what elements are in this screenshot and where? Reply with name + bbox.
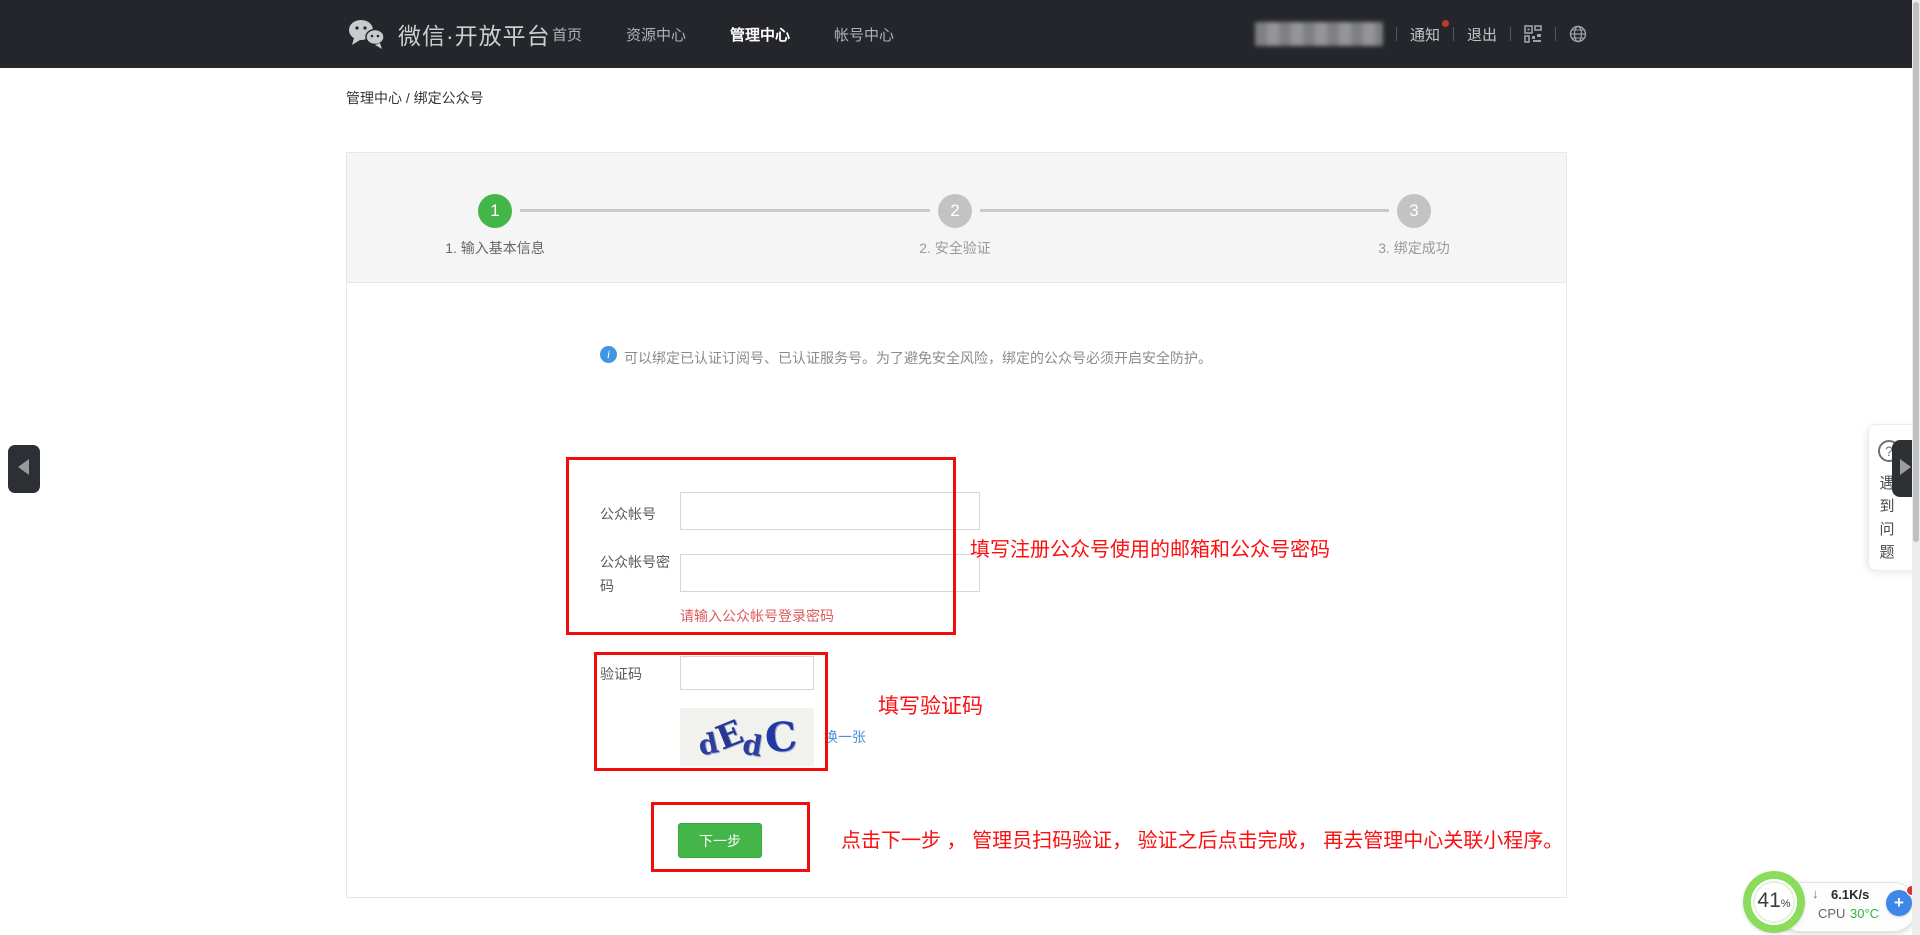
step-3-circle: 3 — [1397, 194, 1431, 228]
next-step-button[interactable]: 下一步 — [678, 823, 762, 858]
logout-link[interactable]: 退出 — [1467, 24, 1497, 45]
download-speed-value: 6.1K/s — [1831, 887, 1869, 902]
breadcrumb: 管理中心 / 绑定公众号 — [346, 88, 484, 108]
help-panel-text: 到 — [1879, 495, 1895, 516]
nav-item-account-center[interactable]: 帐号中心 — [834, 24, 894, 45]
chevron-left-icon — [18, 459, 29, 475]
download-arrow-icon: ↓ — [1812, 886, 1819, 901]
step-1-label: 1. 输入基本信息 — [415, 238, 575, 258]
brand: 微信·开放平台 — [346, 0, 551, 68]
globe-language-icon[interactable] — [1569, 25, 1587, 43]
account-input[interactable] — [680, 492, 980, 530]
notification-badge-dot — [1442, 20, 1449, 27]
step-1-circle: 1 — [478, 194, 512, 228]
nav-item-home[interactable]: 首页 — [552, 24, 582, 45]
topbar-right: 通知 退出 — [1255, 0, 1587, 68]
captcha-field-label: 验证码 — [600, 664, 680, 684]
captcha-char: C — [762, 712, 799, 762]
account-field-label: 公众帐号 — [600, 504, 680, 524]
account-name-redacted[interactable] — [1255, 22, 1383, 46]
cpu-temperature-value: 30°C — [1850, 906, 1879, 921]
divider — [1555, 27, 1556, 41]
brand-title: 微信·开放平台 — [398, 17, 551, 51]
scrollbar-thumb[interactable] — [1913, 2, 1919, 542]
gauge-percent-value: 41 — [1757, 889, 1780, 913]
help-panel-text: 题 — [1879, 541, 1895, 562]
nav-item-resource-center[interactable]: 资源中心 — [626, 24, 686, 45]
cpu-label: CPU — [1818, 906, 1845, 921]
step-connector — [980, 209, 1389, 212]
memory-usage-gauge[interactable]: 41 % — [1743, 871, 1805, 933]
annotation-text-next: 点击下一步 ， 管理员扫码验证， 验证之后点击完成， 再去管理中心关联小程序。 — [841, 824, 1563, 853]
step-2-label: 2. 安全验证 — [875, 238, 1035, 258]
gauge-percent-unit: % — [1781, 898, 1791, 910]
bind-tip-text: 可以绑定已认证订阅号、已认证服务号。为了避免安全风险，绑定的公众号必须开启安全防… — [624, 348, 1212, 368]
notifications-link[interactable]: 通知 — [1410, 24, 1440, 45]
nav-item-management-center[interactable]: 管理中心 — [730, 24, 790, 45]
captcha-char: d — [740, 727, 764, 763]
divider — [1453, 27, 1454, 41]
annotation-text-account: 填写注册公众号使用的邮箱和公众号密码 — [970, 533, 1330, 562]
password-field-label: 公众帐号密码 — [600, 550, 676, 598]
step-3-label: 3. 绑定成功 — [1334, 238, 1494, 258]
info-icon: i — [600, 346, 617, 363]
help-panel-text: 问 — [1879, 518, 1895, 539]
step-connector — [520, 209, 930, 212]
chevron-right-icon — [1900, 459, 1911, 475]
step-2-circle: 2 — [938, 194, 972, 228]
password-error-text: 请输入公众帐号登录密码 — [680, 606, 834, 626]
captcha-refresh-link[interactable]: 换一张 — [824, 727, 866, 747]
topbar — [0, 0, 1920, 68]
divider — [1396, 27, 1397, 41]
wechat-logo-icon — [346, 16, 386, 52]
captcha-input[interactable] — [680, 656, 814, 690]
qr-code-icon[interactable] — [1524, 25, 1542, 43]
password-input[interactable] — [680, 554, 980, 592]
captcha-image: d E d C — [680, 708, 814, 766]
annotation-text-captcha: 填写验证码 — [878, 690, 983, 720]
divider — [1510, 27, 1511, 41]
main-nav: 首页 资源中心 管理中心 帐号中心 — [552, 0, 894, 68]
